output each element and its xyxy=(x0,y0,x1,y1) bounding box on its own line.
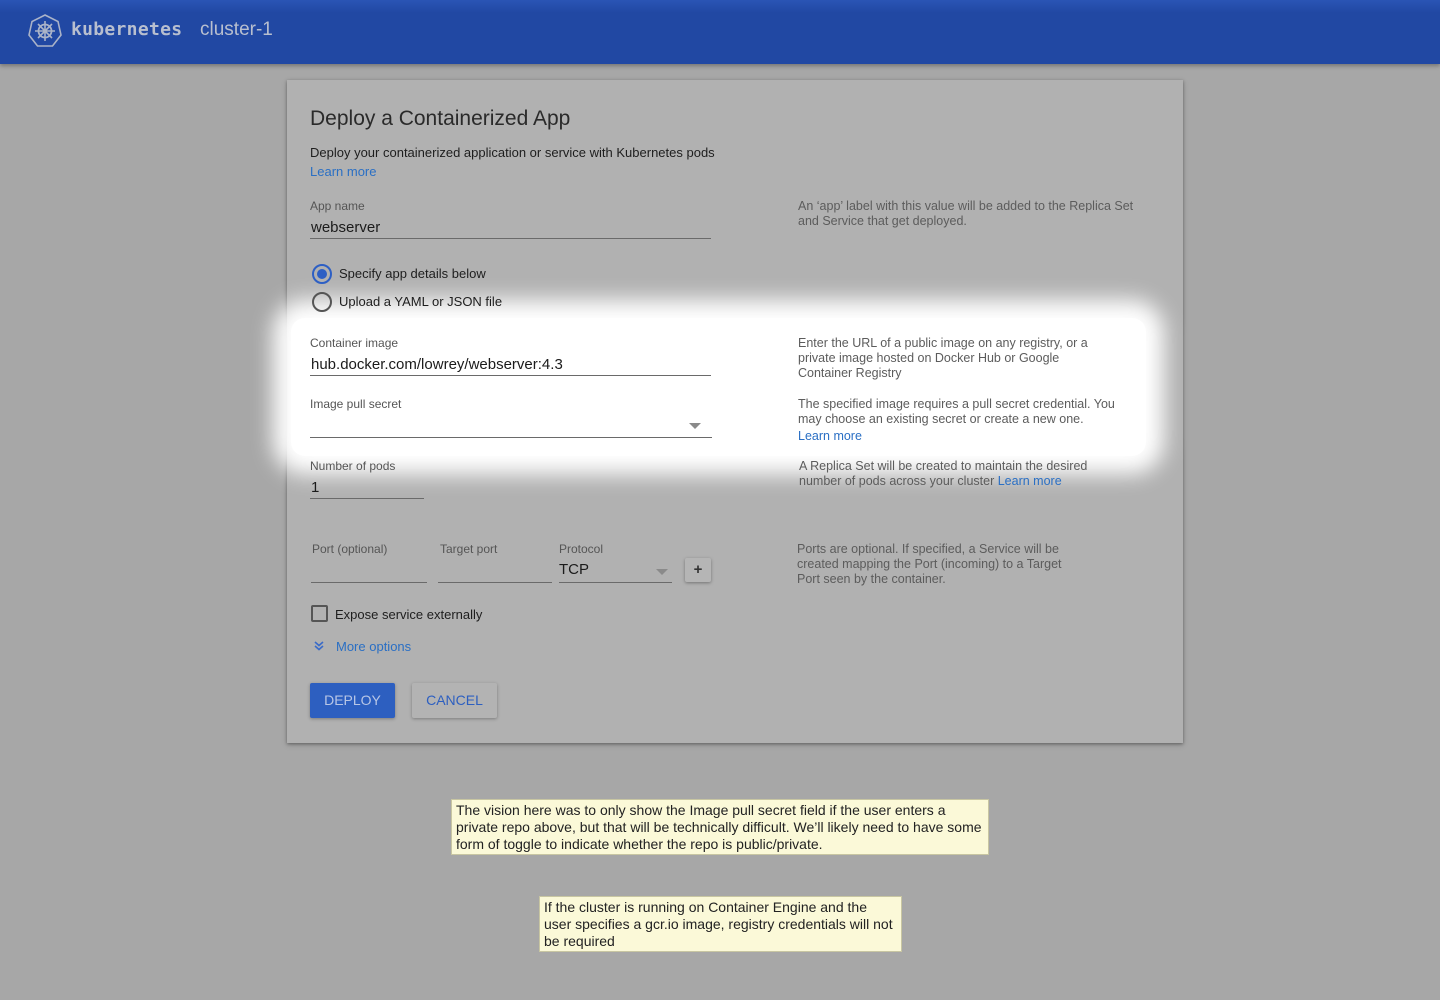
container-image-help: Enter the URL of a public image on any r… xyxy=(798,336,1088,380)
port-underline xyxy=(311,582,427,583)
deploy-button[interactable]: DEPLOY xyxy=(310,683,395,718)
kubernetes-logo-icon[interactable] xyxy=(27,13,63,49)
add-port-button[interactable]: + xyxy=(685,558,711,582)
pods-learn-more-link[interactable]: Learn more xyxy=(998,474,1062,488)
protocol-chevron-down-icon[interactable] xyxy=(656,569,668,575)
ports-help: Ports are optional. If specified, a Serv… xyxy=(797,542,1062,586)
top-bar: kubernetes cluster-1 xyxy=(0,0,1440,64)
learn-more-link[interactable]: Learn more xyxy=(310,164,376,179)
image-pull-secret-learn-more-link[interactable]: Learn more xyxy=(798,429,862,443)
double-chevron-down-icon[interactable] xyxy=(314,641,324,651)
pods-input[interactable]: 1 xyxy=(311,479,319,496)
target-port-input[interactable] xyxy=(440,561,550,579)
image-pull-secret-help: The specified image requires a pull secr… xyxy=(798,397,1115,426)
pods-help: A Replica Set will be created to maintai… xyxy=(799,459,1129,489)
image-pull-secret-label: Image pull secret xyxy=(310,397,402,411)
container-image-underline xyxy=(310,375,711,376)
port-input[interactable] xyxy=(312,561,426,579)
radio-specify-details[interactable] xyxy=(312,264,332,284)
pods-label: Number of pods xyxy=(310,459,396,473)
port-label: Port (optional) xyxy=(312,542,388,556)
container-image-label: Container image xyxy=(310,336,399,350)
app-name-underline xyxy=(310,238,711,239)
page-subtitle: Deploy your containerized application or… xyxy=(310,145,715,160)
expose-service-label[interactable]: Expose service externally xyxy=(335,607,482,622)
container-image-input[interactable]: hub.docker.com/lowrey/webserver:4.3 xyxy=(311,356,563,373)
radio-upload-file[interactable] xyxy=(312,292,332,312)
protocol-underline xyxy=(559,582,672,583)
app-name-input[interactable]: webserver xyxy=(311,219,380,236)
target-port-label: Target port xyxy=(440,542,498,556)
image-pull-secret-select[interactable] xyxy=(311,416,691,434)
target-port-underline xyxy=(438,582,552,583)
protocol-select[interactable]: TCP xyxy=(559,561,589,578)
pods-underline xyxy=(310,498,424,499)
protocol-label: Protocol xyxy=(559,542,604,556)
image-pull-secret-underline xyxy=(310,437,712,438)
page-title: Deploy a Containerized App xyxy=(310,107,571,130)
radio-specify-details-label[interactable]: Specify app details below xyxy=(339,266,486,281)
cluster-name: cluster-1 xyxy=(200,19,273,40)
cancel-button[interactable]: CANCEL xyxy=(412,683,497,718)
app-name-label: App name xyxy=(310,199,365,213)
app-name-help: An ‘app’ label with this value will be a… xyxy=(798,199,1134,228)
chevron-down-icon[interactable] xyxy=(689,423,701,429)
annotation-note: If the cluster is running on Container E… xyxy=(539,896,902,952)
expose-service-checkbox[interactable] xyxy=(311,605,328,622)
more-options-link[interactable]: More options xyxy=(336,639,411,654)
radio-upload-file-label[interactable]: Upload a YAML or JSON file xyxy=(339,294,502,309)
brand-name[interactable]: kubernetes xyxy=(71,19,182,40)
annotation-note: The vision here was to only show the Ima… xyxy=(451,799,989,855)
